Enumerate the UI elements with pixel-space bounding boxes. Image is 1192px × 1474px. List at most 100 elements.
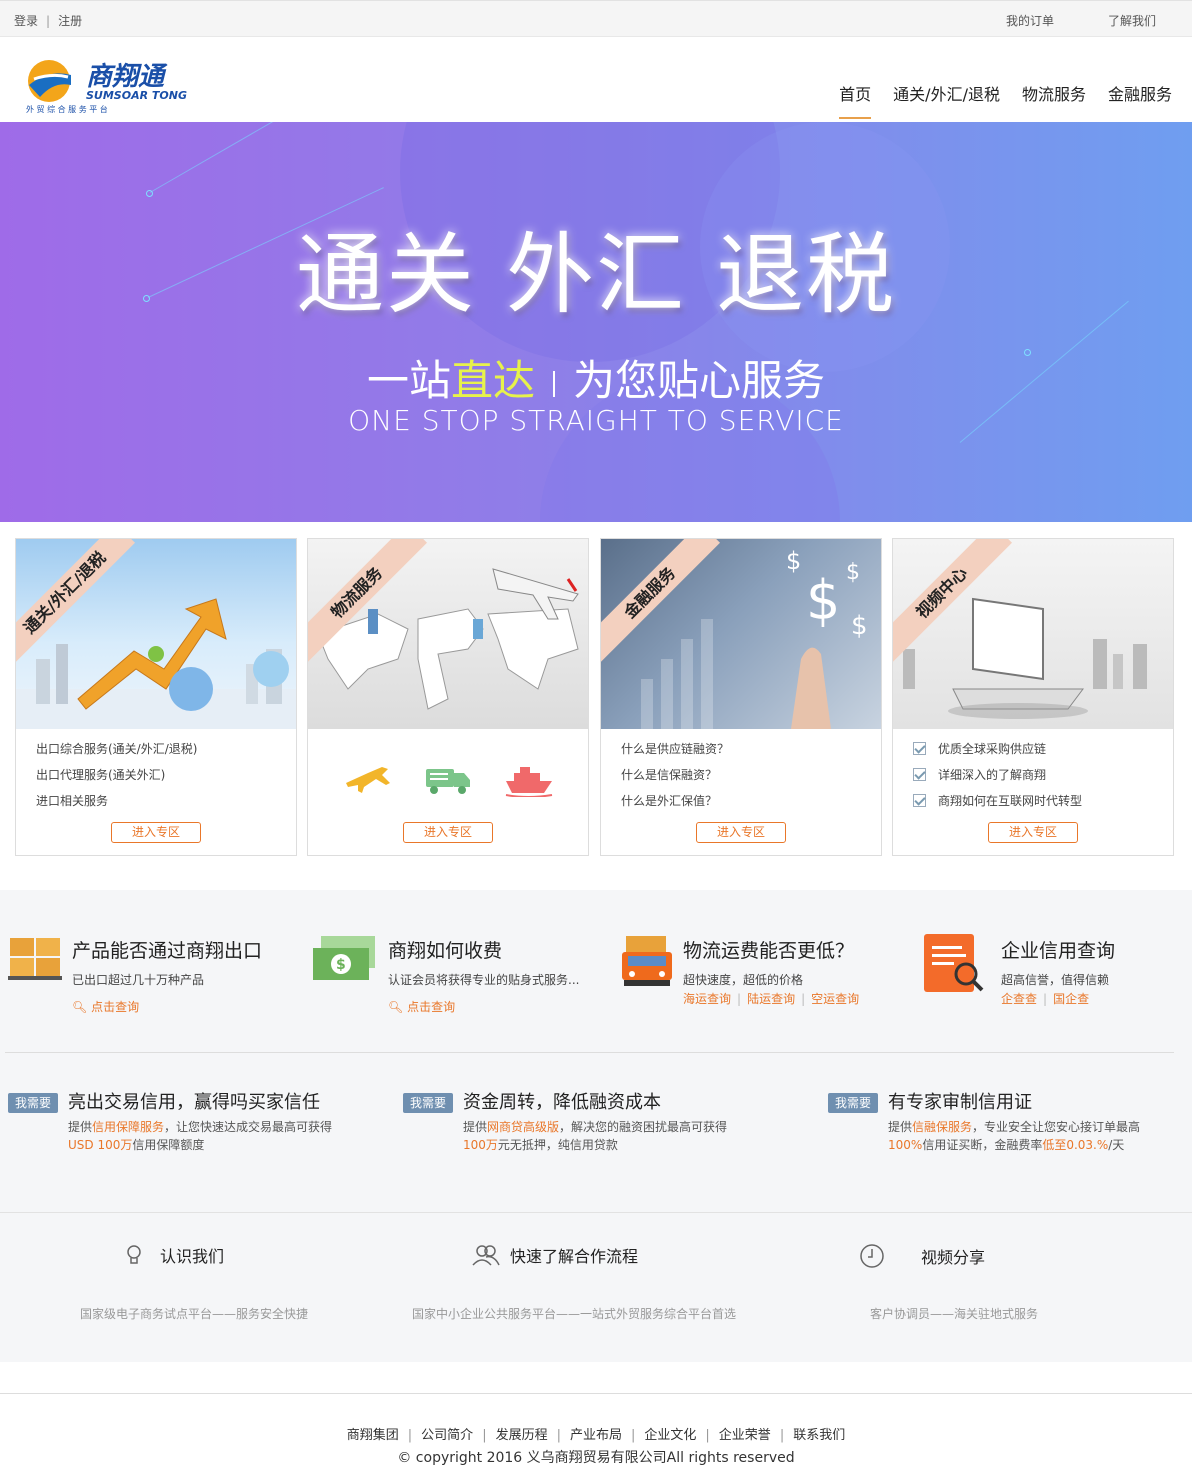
service-desc: 超高信誉，值得信赖 [1001,973,1110,987]
service-fees: $ 商翔如何收费 认证会员将获得专业的贴身式服务... 🔍︎ 点击查询 [313,936,579,1015]
highlight-text: 100% [888,1138,923,1152]
guoqicha-link[interactable]: 国企查 [1053,992,1089,1006]
tagline-part: 一站 [366,356,451,405]
money-icon: $ [313,936,377,982]
list-item[interactable]: 什么是供应链融资？ [621,741,881,767]
service-desc: 已出口超过几十万种产品 [72,973,205,987]
checkbox-icon [913,742,926,755]
footer-link[interactable]: 企业文化 [644,1428,696,1443]
query-link-label: 点击查询 [407,1000,456,1014]
text: 元无抵押，纯信用贷款 [497,1138,618,1152]
list-item[interactable]: 出口综合服务(通关/外汇/退税) [36,741,296,767]
logo-en: SUMSOAR TONG [86,89,187,102]
lightbulb-icon [127,1245,141,1264]
separator: | [1043,992,1048,1006]
highlight-text: 网商贷高级版 [487,1120,560,1134]
enter-zone-button[interactable]: 进入专区 [403,822,493,843]
my-orders-link[interactable]: 我的订单 [1006,12,1054,29]
header: 商翔通 SUMSOAR TONG 外 贸 综 合 服 务 平 台 首页 通关/外… [0,37,1192,122]
card-video: 视频中心 优质全球采购供应链 详细深入的了解商翔 商翔如何在互联网时代转型 进入… [892,538,1174,856]
login-link[interactable]: 登录 [14,14,38,28]
sea-query-link[interactable]: 海运查询 [683,992,731,1006]
service-title[interactable]: 物流运费能否更低？ [683,936,859,963]
need-funding: 我需要 资金周转，降低融资成本 提供网商贷高级版，解决您的融资困扰最高可获得 10… [403,1088,727,1154]
truck-icon [620,936,674,990]
service-title[interactable]: 商翔如何收费 [388,936,579,963]
truck-icon [426,769,470,794]
text: /天 [1108,1138,1125,1152]
text: ，专业安全让您安心接订单最高 [972,1120,1141,1134]
about-cooperation[interactable]: 快速了解合作流程 [472,1243,638,1267]
need-title[interactable]: 亮出交易信用，赢得吗买家信任 [68,1088,332,1114]
separator: | [407,1428,413,1443]
card-list: 优质全球采购供应链 详细深入的了解商翔 商翔如何在互联网时代转型 [893,729,1173,819]
list-item-label: 商翔如何在互联网时代转型 [938,794,1083,808]
about-desc: 客户协调员——海关驻地式服务 [870,1307,1039,1321]
logo-slogan: 外 贸 综 合 服 务 平 台 [26,104,108,114]
register-link[interactable]: 注册 [58,14,82,28]
list-item[interactable]: 出口代理服务(通关外汇) [36,767,296,793]
separator: | [705,1428,710,1443]
about-know-us[interactable]: 认识我们 [122,1243,224,1267]
users-icon [472,1245,500,1266]
separator: | [46,14,51,28]
need-desc: 提供信融保服务，专业安全让您安心接订单最高 100%信用证买断，金融费率低至0.0… [888,1118,1140,1154]
service-desc: 超快速度，超低的价格 [683,973,804,987]
highlight-text: 信用保障服务 [92,1120,165,1134]
banner-tagline: 一站直达 为您贴心服务 [0,347,1192,408]
need-letter-of-credit: 我需要 有专家审制信用证 提供信融保服务，专业安全让您安心接订单最高 100%信用… [828,1088,1140,1154]
card-image: $ $ $ $ 金融服务 [601,539,881,729]
list-item[interactable]: 优质全球采购供应链 [913,741,1173,767]
card-list: 什么是供应链融资？ 什么是信保融资？ 什么是外汇保值？ [601,729,881,819]
service-cards: 通关/外汇/退税 出口综合服务(通关/外汇/退税) 出口代理服务(通关外汇) 进… [0,522,1192,890]
airplane-icon [346,767,390,793]
decor-line [149,122,411,193]
separator: | [631,1428,636,1443]
nav-home[interactable]: 首页 [839,81,872,119]
account-links: 登录 | 注册 [14,12,82,29]
hero-banner[interactable]: 通关 外汇 退税 一站直达 为您贴心服务 ONE STOP STRAIGHT TO… [0,122,1192,522]
land-query-link[interactable]: 陆运查询 [747,992,795,1006]
footer-links: 商翔集团 | 公司简介 | 发展历程 | 产业布局 | 企业文化 | 企业荣誉 | 联系我们 [0,1424,1192,1443]
enter-zone-button[interactable]: 进入专区 [696,822,786,843]
about-us-link[interactable]: 了解我们 [1108,12,1156,29]
footer-link[interactable]: 发展历程 [496,1428,548,1443]
footer-link[interactable]: 联系我们 [793,1428,845,1443]
footer-link[interactable]: 企业荣誉 [719,1428,771,1443]
enter-zone-button[interactable]: 进入专区 [988,822,1078,843]
list-item-label: 详细深入的了解商翔 [938,768,1047,782]
service-title[interactable]: 产品能否通过商翔出口 [72,936,262,963]
service-title[interactable]: 企业信用查询 [1001,936,1115,963]
about-video-share[interactable]: 视频分享 [859,1243,985,1269]
nav-customs[interactable]: 通关/外汇/退税 [893,81,1000,119]
list-item[interactable]: 商翔如何在互联网时代转型 [913,793,1173,819]
query-link[interactable]: 🔍︎ 点击查询 [388,998,579,1015]
list-item[interactable]: 详细深入的了解商翔 [913,767,1173,793]
svg-text:$: $ [786,547,801,575]
need-title[interactable]: 资金周转，降低融资成本 [463,1088,727,1114]
query-link[interactable]: 🔍︎ 点击查询 [72,998,262,1015]
list-item[interactable]: 进口相关服务 [36,793,296,819]
svg-text:$: $ [846,560,860,585]
footer: 商翔集团 | 公司简介 | 发展历程 | 产业布局 | 企业文化 | 企业荣誉 | 联系我们 © cop… [0,1393,1192,1474]
boxes-icon [8,936,62,982]
need-title[interactable]: 有专家审制信用证 [888,1088,1140,1114]
about-label: 快速了解合作流程 [510,1247,639,1266]
card-image: 视频中心 [893,539,1173,729]
text: 提供 [463,1120,488,1134]
section-divider [5,1052,1174,1053]
separator: | [737,992,742,1006]
list-item[interactable]: 什么是外汇保值？ [621,793,881,819]
decor-dot [146,190,153,197]
footer-link[interactable]: 商翔集团 [347,1428,399,1443]
list-item[interactable]: 什么是信保融资？ [621,767,881,793]
logo[interactable]: 商翔通 SUMSOAR TONG 外 贸 综 合 服 务 平 台 [26,55,196,115]
about-label: 视频分享 [921,1248,986,1267]
footer-link[interactable]: 产业布局 [570,1428,622,1443]
nav-finance[interactable]: 金融服务 [1108,81,1172,119]
qichacha-link[interactable]: 企查查 [1001,992,1037,1006]
footer-link[interactable]: 公司简介 [421,1428,473,1443]
air-query-link[interactable]: 空运查询 [811,992,859,1006]
enter-zone-button[interactable]: 进入专区 [111,822,201,843]
nav-logistics[interactable]: 物流服务 [1022,81,1086,119]
